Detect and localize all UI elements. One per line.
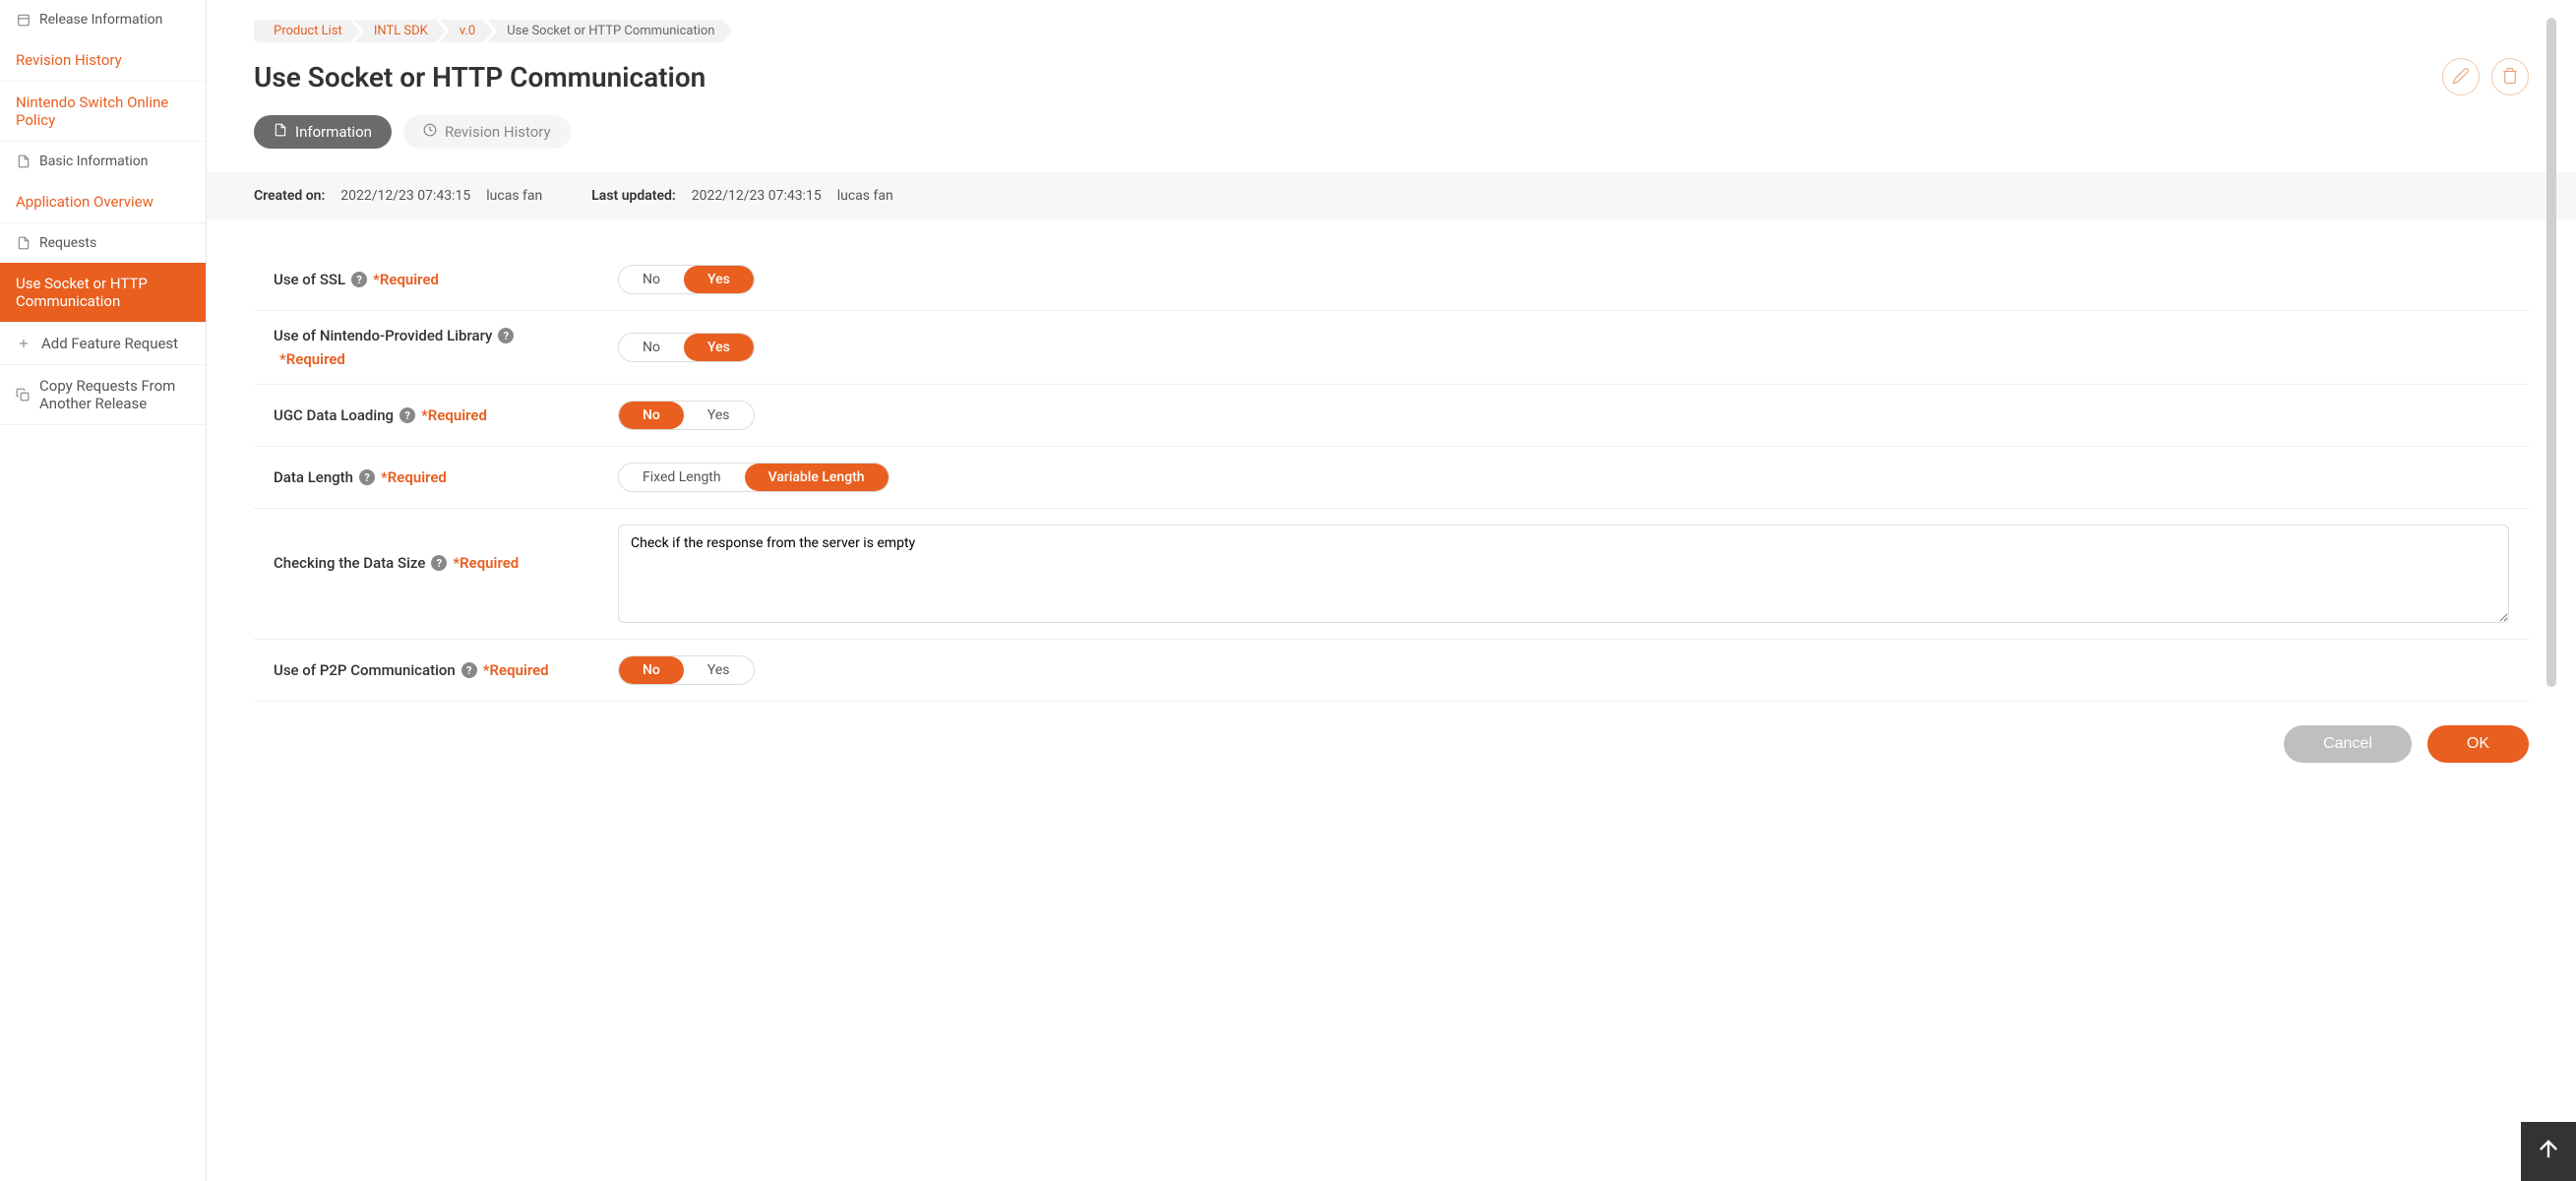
help-icon[interactable]: ? xyxy=(461,662,477,678)
toggle-variable-length[interactable]: Variable Length xyxy=(745,464,889,491)
toggle-p2p-no[interactable]: No xyxy=(619,656,684,684)
sidebar-section-label: Release Information xyxy=(39,12,162,28)
sidebar-item-nso-policy[interactable]: Nintendo Switch Online Policy xyxy=(0,82,206,142)
calendar-icon xyxy=(16,12,31,28)
plus-icon xyxy=(16,336,31,351)
toggle-p2p: No Yes xyxy=(618,655,755,685)
trash-icon xyxy=(2501,67,2519,88)
form-row-data-size: Checking the Data Size ? *Required xyxy=(254,509,2529,640)
toggle-nintendo-lib-no[interactable]: No xyxy=(619,334,684,361)
toggle-ssl-no[interactable]: No xyxy=(619,266,684,293)
required-badge: *Required xyxy=(421,406,487,424)
sidebar-item-copy-requests[interactable]: Copy Requests From Another Release xyxy=(0,365,206,425)
data-size-textarea[interactable] xyxy=(618,525,2509,623)
footer-actions: Cancel OK xyxy=(254,702,2529,786)
form-row-nintendo-lib: Use of Nintendo-Provided Library ? *Requ… xyxy=(254,311,2529,385)
field-label: Data Length xyxy=(274,468,353,486)
document-icon xyxy=(274,123,287,141)
field-label: Use of Nintendo-Provided Library xyxy=(274,327,492,344)
pencil-icon xyxy=(2452,67,2470,88)
required-badge: *Required xyxy=(373,271,439,288)
help-icon[interactable]: ? xyxy=(359,469,375,485)
sidebar-section-label: Requests xyxy=(39,235,96,251)
sidebar-section-requests: Requests xyxy=(0,223,206,263)
toggle-nintendo-lib: No Yes xyxy=(618,333,755,362)
cancel-button[interactable]: Cancel xyxy=(2284,725,2412,763)
updated-label: Last updated: xyxy=(591,188,676,204)
tab-revision-history[interactable]: Revision History xyxy=(403,115,571,149)
form-row-data-length: Data Length ? *Required Fixed Length Var… xyxy=(254,447,2529,509)
required-badge: *Required xyxy=(453,554,519,572)
tab-label: Information xyxy=(295,123,372,141)
toggle-p2p-yes[interactable]: Yes xyxy=(684,656,754,684)
required-badge: *Required xyxy=(483,661,549,679)
meta-bar: Created on: 2022/12/23 07:43:15 lucas fa… xyxy=(207,172,2576,219)
updated-date: 2022/12/23 07:43:15 xyxy=(692,188,822,204)
toggle-ugc: No Yes xyxy=(618,401,755,430)
toggle-ssl: No Yes xyxy=(618,265,755,294)
form-row-p2p: Use of P2P Communication ? *Required No … xyxy=(254,640,2529,702)
created-label: Created on: xyxy=(254,188,325,204)
toggle-fixed-length[interactable]: Fixed Length xyxy=(619,464,745,491)
tab-label: Revision History xyxy=(445,123,551,141)
field-label: Checking the Data Size xyxy=(274,554,425,572)
sidebar-item-app-overview[interactable]: Application Overview xyxy=(0,181,206,223)
breadcrumb-product-list[interactable]: Product List xyxy=(254,20,360,42)
form-row-ssl: Use of SSL ? *Required No Yes xyxy=(254,249,2529,311)
document-icon xyxy=(16,235,31,251)
edit-button[interactable] xyxy=(2442,58,2480,95)
sidebar-item-add-feature[interactable]: Add Feature Request xyxy=(0,323,206,365)
scroll-to-top-button[interactable] xyxy=(2521,1122,2576,1181)
toggle-ssl-yes[interactable]: Yes xyxy=(684,266,754,293)
breadcrumb: Product List INTL SDK v.0 Use Socket or … xyxy=(254,20,2529,42)
copy-icon xyxy=(16,387,30,403)
sidebar-section-release-info: Release Information xyxy=(0,0,206,39)
sidebar-section-label: Basic Information xyxy=(39,154,149,169)
help-icon[interactable]: ? xyxy=(498,328,514,343)
sidebar-item-revision-history[interactable]: Revision History xyxy=(0,39,206,82)
help-icon[interactable]: ? xyxy=(399,407,415,423)
main-content: Product List INTL SDK v.0 Use Socket or … xyxy=(207,0,2576,1181)
toggle-nintendo-lib-yes[interactable]: Yes xyxy=(684,334,754,361)
toggle-ugc-no[interactable]: No xyxy=(619,402,684,429)
updated-user: lucas fan xyxy=(837,188,893,204)
field-label: Use of P2P Communication xyxy=(274,661,456,679)
breadcrumb-current: Use Socket or HTTP Communication xyxy=(487,20,732,42)
arrow-up-icon xyxy=(2535,1136,2562,1167)
toggle-ugc-yes[interactable]: Yes xyxy=(684,402,754,429)
ok-button[interactable]: OK xyxy=(2427,725,2529,763)
clock-icon xyxy=(423,123,437,141)
required-badge: *Required xyxy=(274,350,598,368)
tab-information[interactable]: Information xyxy=(254,115,392,149)
sidebar-item-label: Add Feature Request xyxy=(41,335,178,352)
help-icon[interactable]: ? xyxy=(351,272,367,287)
created-date: 2022/12/23 07:43:15 xyxy=(340,188,470,204)
created-user: lucas fan xyxy=(486,188,542,204)
help-icon[interactable]: ? xyxy=(431,555,447,571)
scrollbar[interactable] xyxy=(2546,18,2556,687)
sidebar-item-label: Copy Requests From Another Release xyxy=(39,377,190,412)
sidebar-section-basic-info: Basic Information xyxy=(0,142,206,181)
tabs: Information Revision History xyxy=(254,115,2529,149)
field-label: UGC Data Loading xyxy=(274,406,394,424)
delete-button[interactable] xyxy=(2491,58,2529,95)
sidebar-item-socket-http[interactable]: Use Socket or HTTP Communication xyxy=(0,263,206,323)
required-badge: *Required xyxy=(381,468,447,486)
page-title: Use Socket or HTTP Communication xyxy=(254,61,705,93)
toggle-data-length: Fixed Length Variable Length xyxy=(618,463,889,492)
form-row-ugc: UGC Data Loading ? *Required No Yes xyxy=(254,385,2529,447)
field-label: Use of SSL xyxy=(274,271,345,288)
breadcrumb-intl-sdk[interactable]: INTL SDK xyxy=(354,20,446,42)
sidebar: Release Information Revision History Nin… xyxy=(0,0,207,1181)
document-icon xyxy=(16,154,31,169)
breadcrumb-v0[interactable]: v.0 xyxy=(440,20,493,42)
